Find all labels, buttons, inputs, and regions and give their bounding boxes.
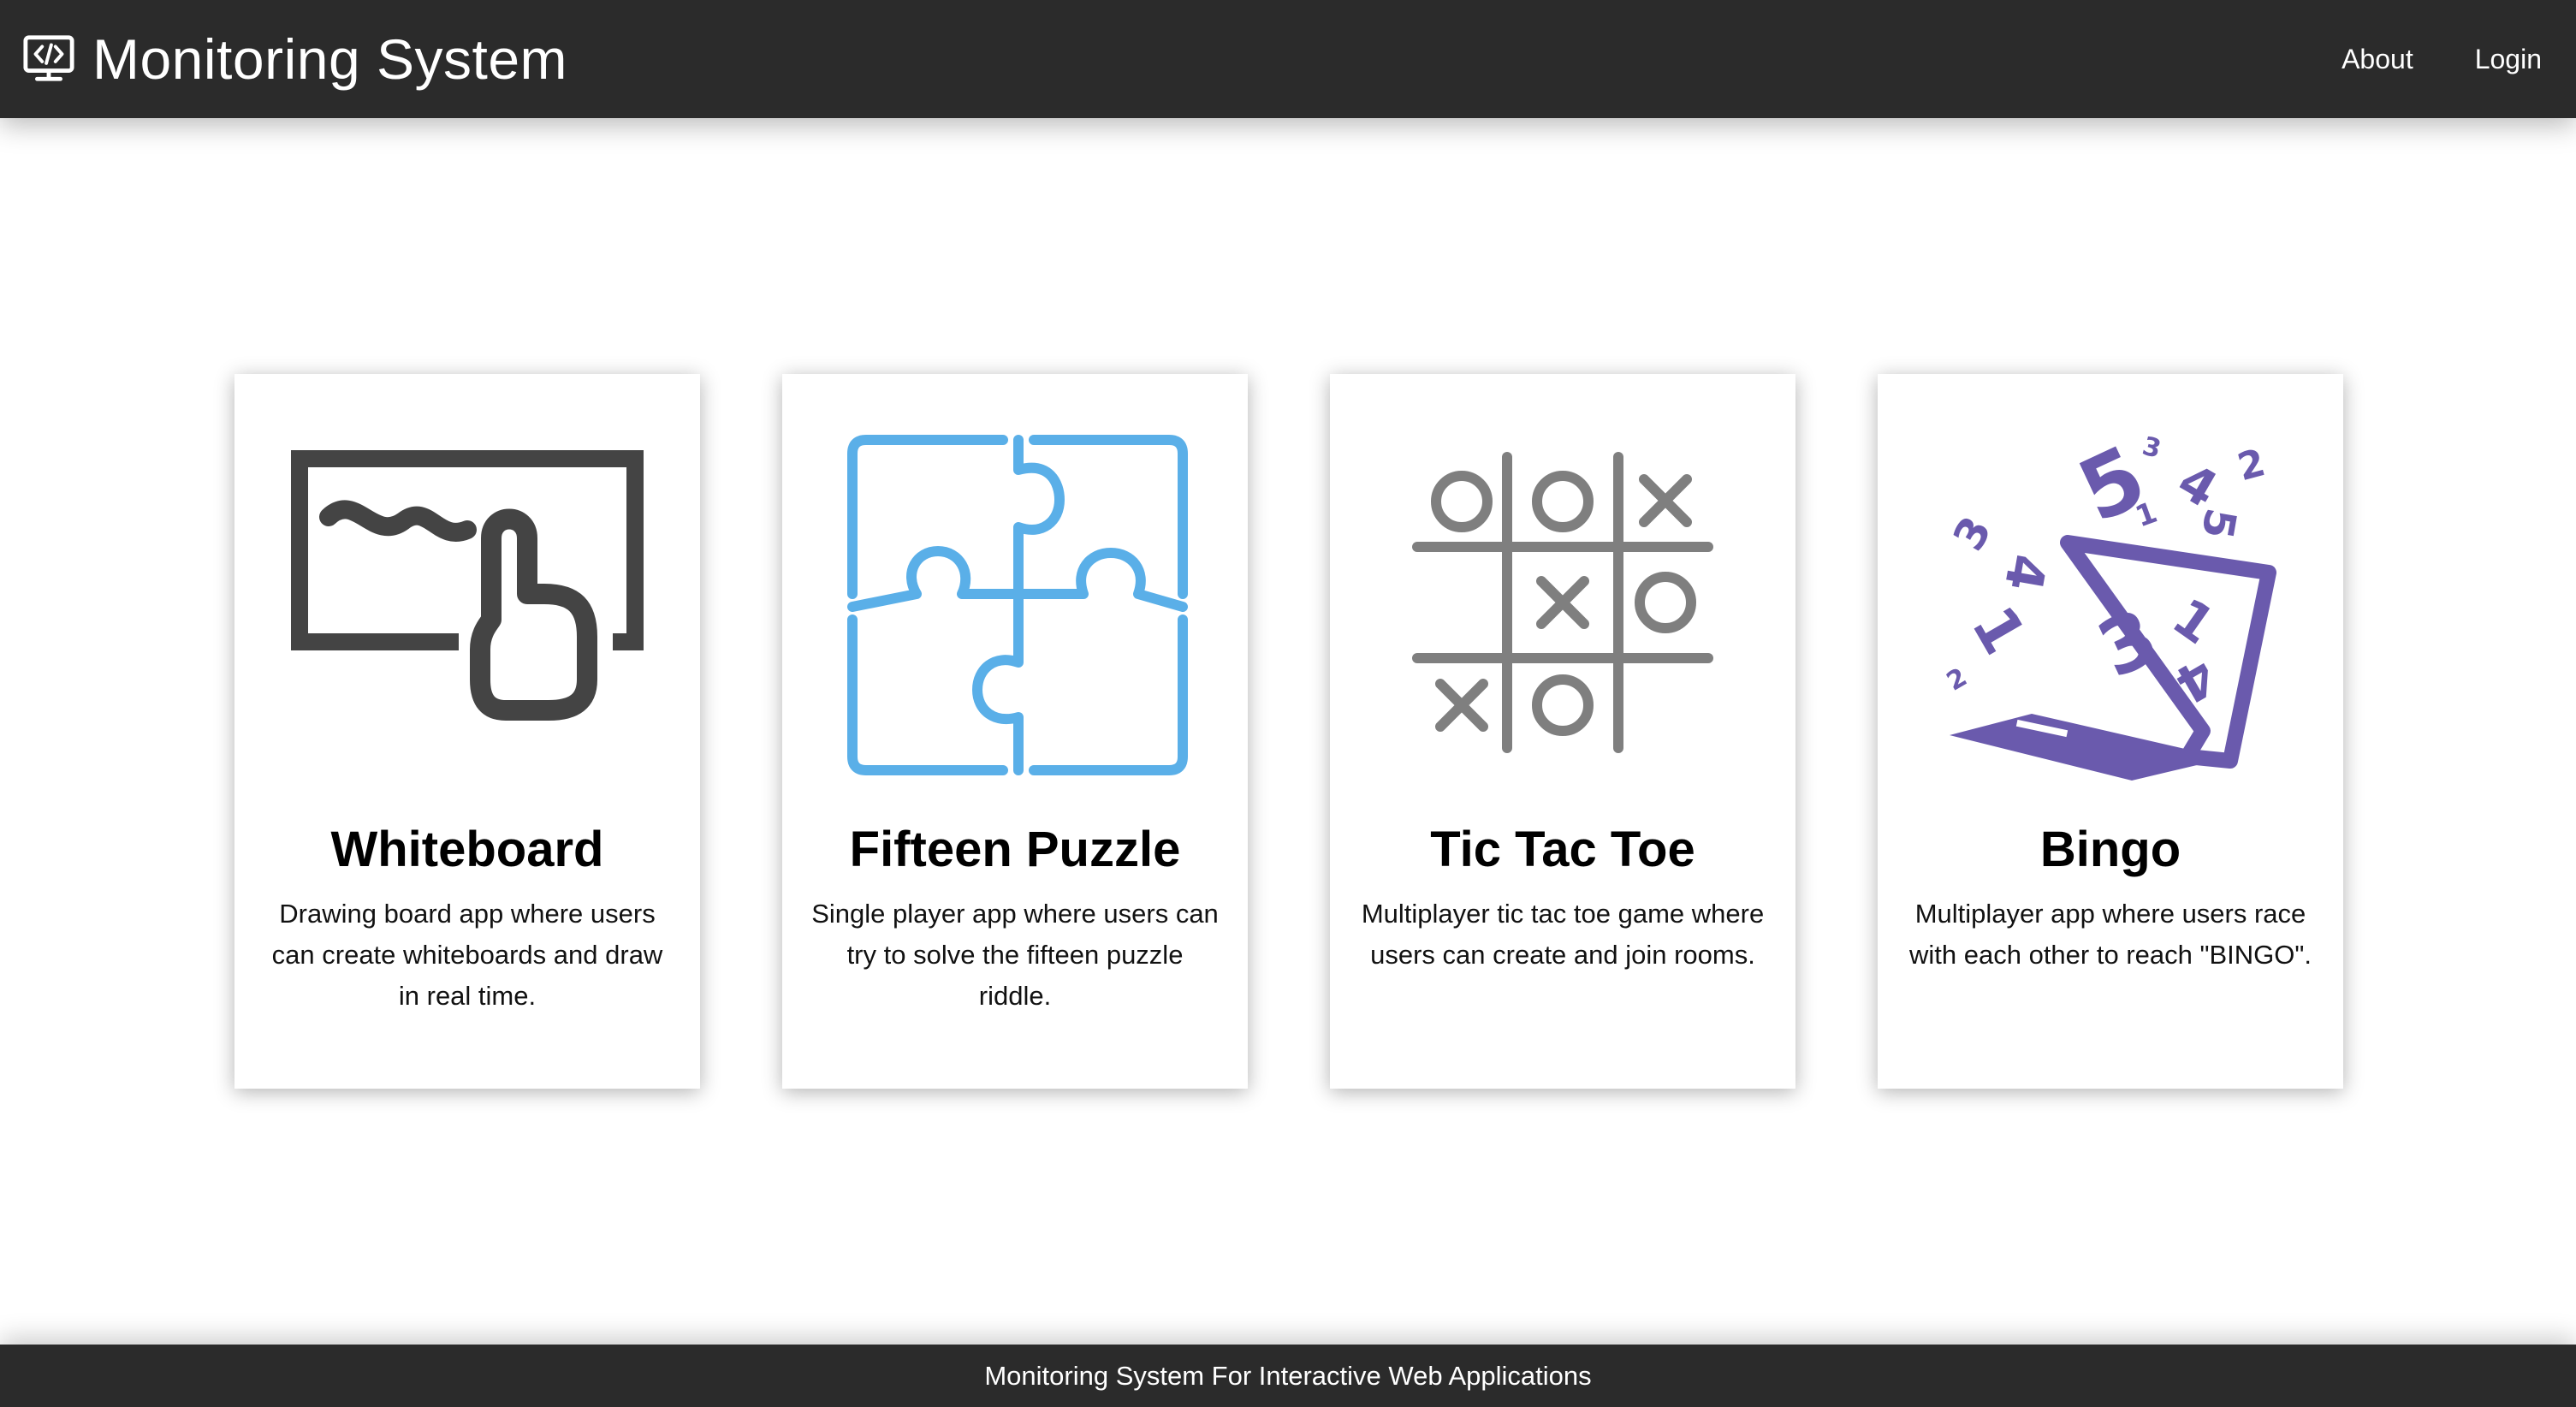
app-card-description: Single player app where users can try to…	[811, 899, 1219, 1011]
tic-tac-toe-icon	[1412, 452, 1713, 753]
svg-text:1: 1	[2131, 496, 2162, 535]
app-card-list: Whiteboard Drawing board app where users…	[234, 374, 2343, 1089]
app-card-title: Fifteen Puzzle	[849, 822, 1181, 877]
app-card-description: Drawing board app where users can create…	[271, 899, 663, 1011]
app-card-tic-tac-toe[interactable]: Tic Tac Toe Multiplayer tic tac toe game…	[1330, 374, 1795, 1089]
app-card-whiteboard[interactable]: Whiteboard Drawing board app where users…	[234, 374, 700, 1089]
svg-text:2: 2	[1942, 662, 1973, 698]
svg-text:4: 4	[1992, 549, 2057, 595]
app-card-title: Whiteboard	[330, 822, 604, 877]
app-card-description: Multiplayer tic tac toe game where users…	[1361, 899, 1765, 970]
svg-text:3: 3	[1944, 508, 2002, 559]
svg-text:2: 2	[2233, 441, 2270, 490]
brand-link[interactable]: Monitoring System	[22, 0, 567, 118]
monitor-code-icon	[23, 35, 74, 81]
app-title: Monitoring System	[92, 27, 568, 91]
app-card-description: Multiplayer app where users race with ea…	[1909, 899, 2312, 970]
whiteboard-icon	[291, 450, 644, 721]
puzzle-icon	[847, 435, 1188, 775]
top-navbar: Monitoring System About Login	[0, 0, 2576, 118]
nav-login-link[interactable]: Login	[2475, 44, 2542, 75]
app-card-title: Tic Tac Toe	[1430, 822, 1695, 877]
svg-text:5: 5	[2192, 505, 2246, 543]
footer: Monitoring System For Interactive Web Ap…	[0, 1345, 2576, 1407]
bingo-laptop-icon: 5 4 2 3 1 5 3 4 1 2 3 1 4	[1942, 426, 2276, 781]
nav-about-link[interactable]: About	[2342, 44, 2413, 75]
svg-text:1: 1	[2162, 587, 2225, 656]
nav-links: About Login	[2342, 0, 2542, 118]
svg-text:3: 3	[2140, 431, 2164, 465]
app-card-fifteen-puzzle[interactable]: Fifteen Puzzle Single player app where u…	[782, 374, 1248, 1089]
footer-text: Monitoring System For Interactive Web Ap…	[984, 1360, 1592, 1391]
app-card-title: Bingo	[2039, 822, 2181, 877]
svg-text:1: 1	[1958, 595, 2039, 666]
app-card-bingo[interactable]: 5 4 2 3 1 5 3 4 1 2 3 1 4 Bingo Multipla…	[1878, 374, 2343, 1089]
